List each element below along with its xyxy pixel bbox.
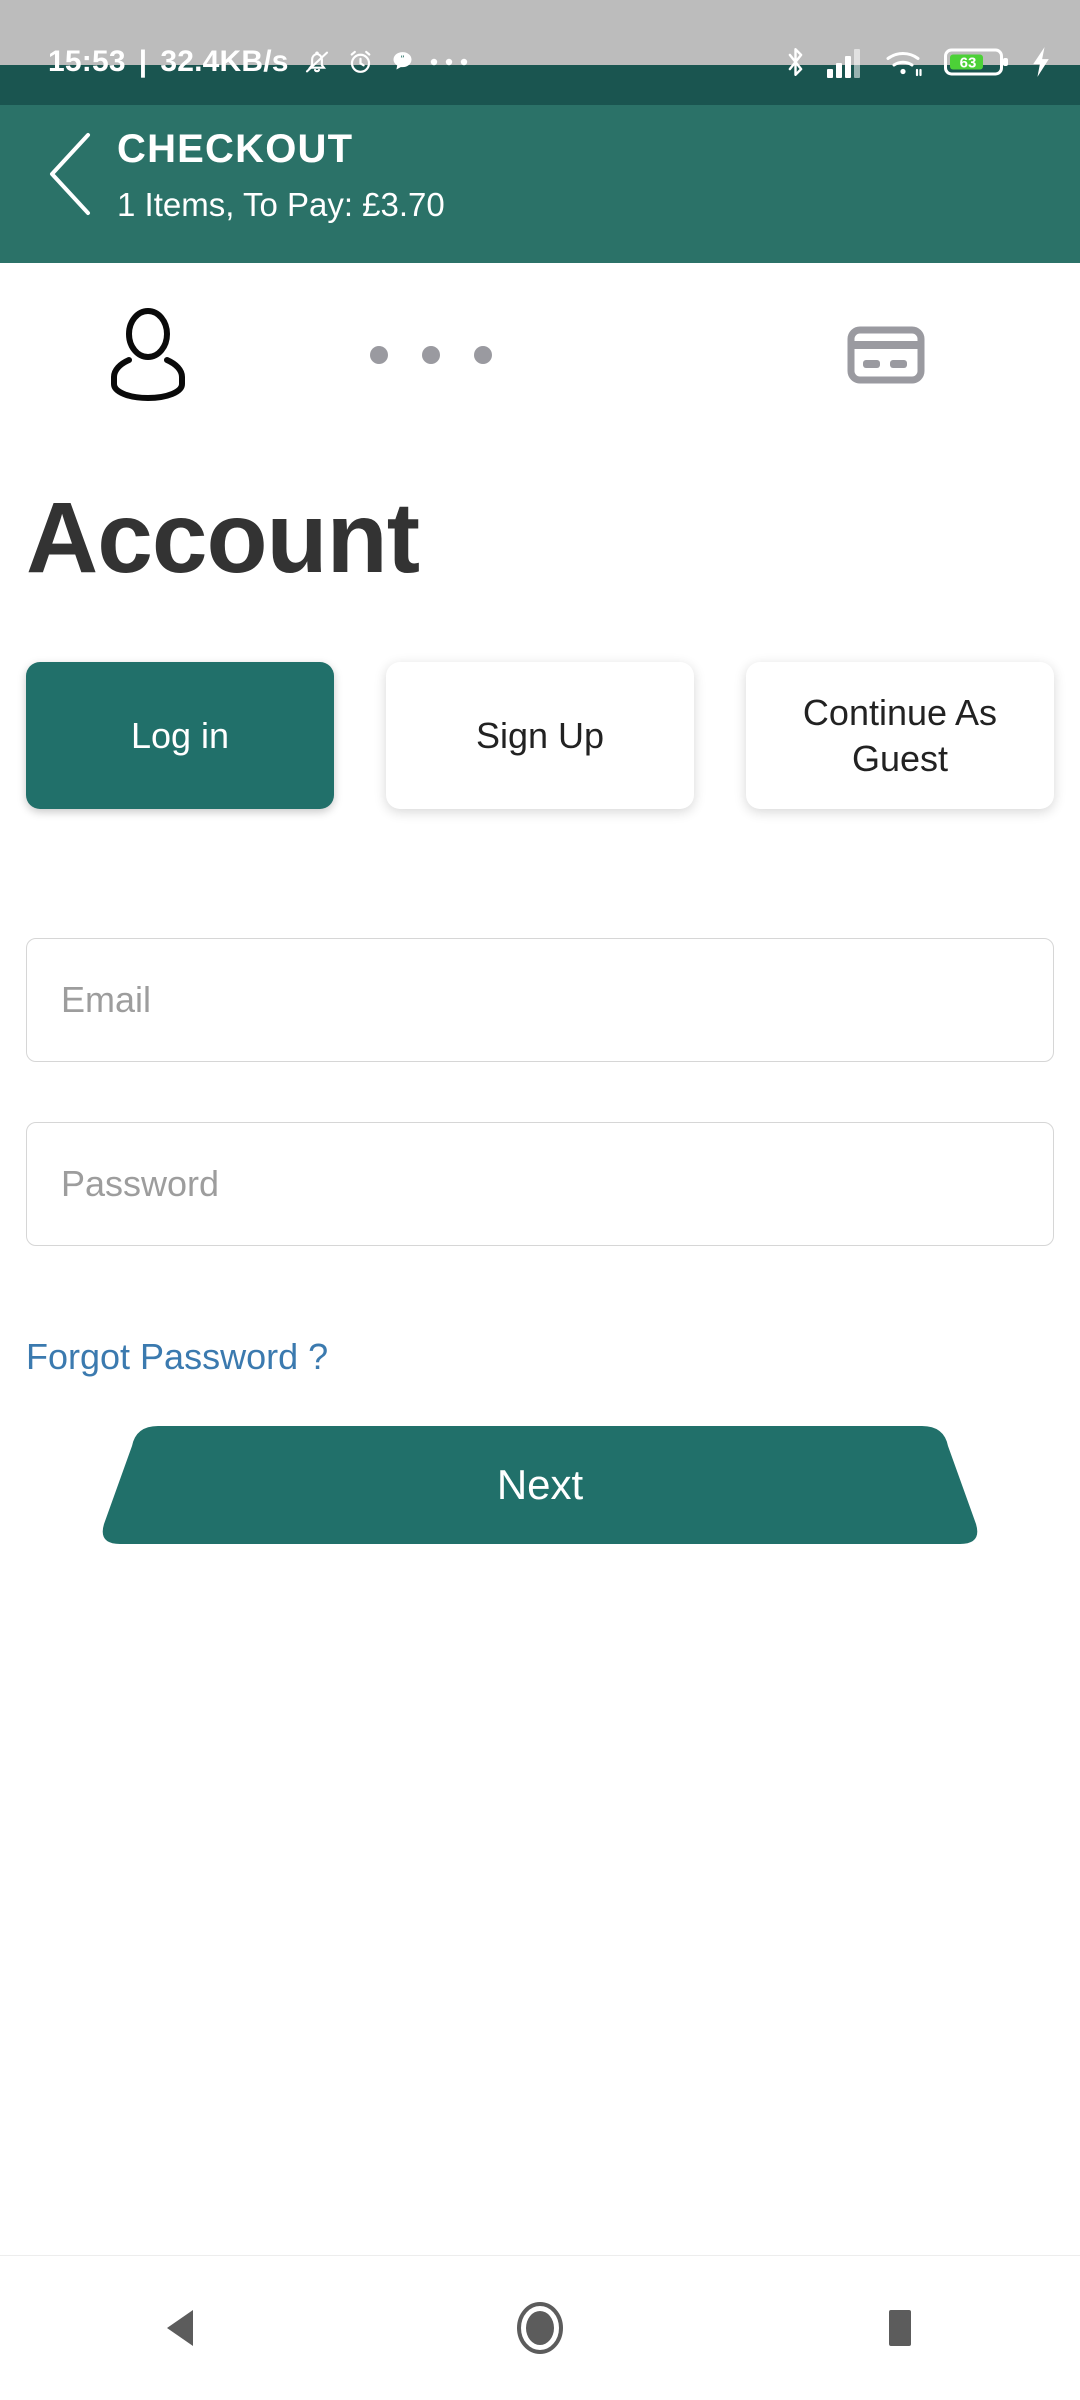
wifi-icon bbox=[886, 51, 922, 76]
charging-bolt-icon bbox=[1033, 46, 1049, 77]
stepper-step-account[interactable] bbox=[30, 307, 266, 403]
password-input[interactable] bbox=[26, 1122, 1054, 1246]
status-time: 15:53 bbox=[48, 44, 126, 78]
battery-icon: 63 bbox=[944, 48, 1008, 75]
header-text-group: CHECKOUT 1 Items, To Pay: £3.70 bbox=[117, 121, 445, 231]
signal-bars-icon bbox=[827, 48, 860, 78]
section-title-account: Account bbox=[26, 482, 420, 594]
nav-home-button[interactable] bbox=[465, 2273, 615, 2383]
overflow-dots-icon bbox=[430, 58, 467, 65]
checkout-header: CHECKOUT 1 Items, To Pay: £3.70 bbox=[0, 105, 1080, 263]
phone-screen: 15:53 | 32.4KB/s ” 63 CHECKOUT 1 Items, … bbox=[0, 0, 1080, 2400]
back-button[interactable] bbox=[42, 131, 102, 217]
status-bar: 15:53 | 32.4KB/s ” 63 bbox=[0, 0, 1080, 105]
stepper-dot bbox=[370, 346, 388, 364]
android-navigation-bar bbox=[0, 2255, 1080, 2400]
tab-log-in[interactable]: Log in bbox=[26, 662, 334, 809]
tab-continue-as-guest[interactable]: Continue As Guest bbox=[746, 662, 1054, 809]
svg-text:”: ” bbox=[400, 55, 405, 65]
bell-muted-icon bbox=[305, 50, 328, 72]
nav-back-triangle-icon bbox=[167, 2310, 193, 2346]
status-network-speed: 32.4KB/s bbox=[160, 44, 289, 78]
page-title-checkout: CHECKOUT bbox=[117, 127, 354, 171]
credit-card-icon bbox=[847, 326, 925, 384]
forgot-password-link[interactable]: Forgot Password ? bbox=[26, 1333, 328, 1381]
nav-recents-button[interactable] bbox=[825, 2273, 975, 2383]
alarm-clock-icon bbox=[350, 50, 371, 73]
person-icon bbox=[111, 308, 185, 401]
status-bar-right: 63 bbox=[783, 45, 1054, 79]
status-separator: | bbox=[138, 44, 148, 78]
account-mode-tabs: Log in Sign Up Continue As Guest bbox=[0, 662, 1080, 812]
battery-level: 63 bbox=[960, 54, 977, 71]
email-input[interactable] bbox=[26, 938, 1054, 1062]
checkout-summary: 1 Items, To Pay: £3.70 bbox=[117, 186, 445, 223]
next-button[interactable]: Next bbox=[80, 1424, 1000, 1546]
quote-bubble-icon: ” bbox=[393, 51, 412, 70]
nav-back-button[interactable] bbox=[105, 2273, 255, 2383]
stepper-dot bbox=[474, 346, 492, 364]
tab-sign-up[interactable]: Sign Up bbox=[386, 662, 694, 809]
bluetooth-icon bbox=[788, 47, 803, 76]
status-bar-left: 15:53 | 32.4KB/s ” bbox=[48, 45, 469, 79]
stepper-step-payment[interactable] bbox=[756, 326, 1016, 384]
next-button-label: Next bbox=[496, 1461, 584, 1508]
nav-recents-square-icon bbox=[889, 2310, 911, 2346]
checkout-stepper bbox=[0, 290, 1080, 420]
stepper-separator-dots bbox=[266, 346, 596, 364]
back-chevron-icon bbox=[50, 133, 90, 215]
nav-home-circle-icon bbox=[517, 2302, 563, 2354]
stepper-dot bbox=[422, 346, 440, 364]
